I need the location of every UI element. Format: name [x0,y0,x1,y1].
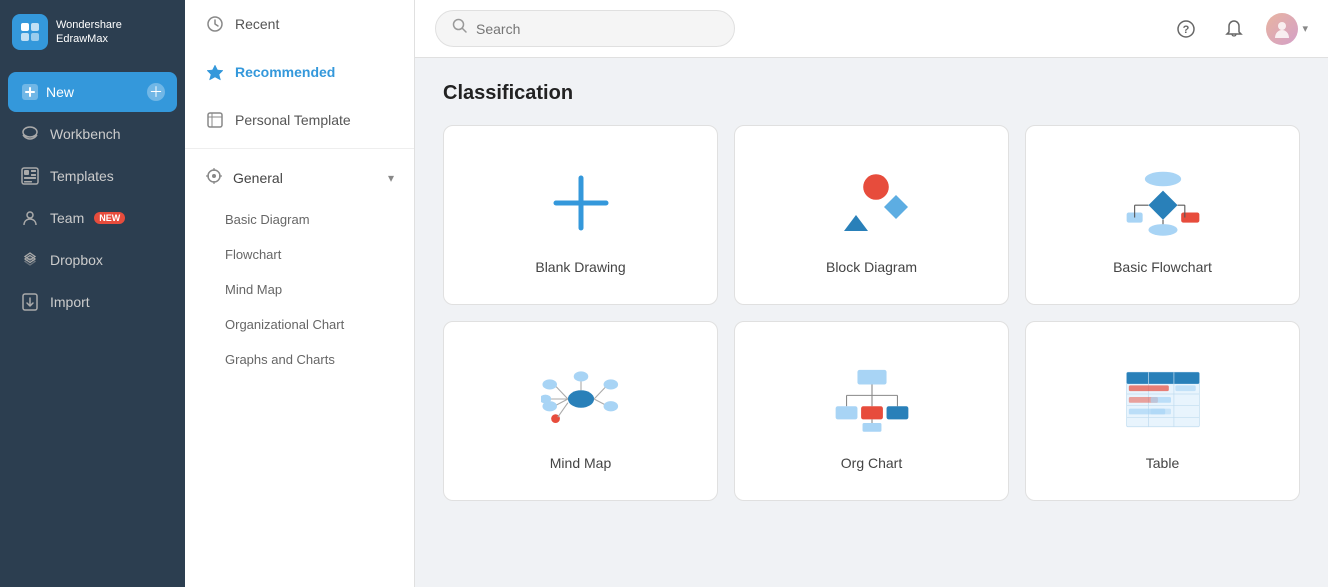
blank-drawing-visual [541,163,621,243]
team-icon [20,208,40,228]
team-button[interactable]: Team NEW [8,198,177,238]
mid-nav-personal-template-label: Personal Template [235,112,351,128]
dropbox-icon [20,250,40,270]
general-icon [205,167,223,188]
sub-item-org-chart[interactable]: Organizational Chart [185,307,414,342]
dropbox-label: Dropbox [50,252,103,268]
templates-label: Templates [50,168,114,184]
blank-drawing-label: Blank Drawing [535,259,625,275]
workbench-label: Workbench [50,126,121,142]
top-bar-actions: ? ▾ [1170,13,1308,45]
sub-item-basic-diagram[interactable]: Basic Diagram [185,202,414,237]
new-button[interactable]: New ＋ [8,72,177,112]
recent-icon [205,14,225,34]
mid-sidebar: Recent Recommended Personal Template [185,0,415,587]
app-name-line1: Wondershare [56,18,122,32]
basic-flowchart-card[interactable]: Basic Flowchart [1025,125,1300,305]
general-section: General ▾ Basic Diagram Flowchart Mind M… [185,153,414,377]
templates-button[interactable]: Templates [8,156,177,196]
app-name-line2: EdrawMax [56,32,122,46]
team-label: Team [50,210,84,226]
search-box[interactable] [435,10,735,47]
section-title: Classification [443,82,1300,105]
mind-map-card[interactable]: Mind Map [443,321,718,501]
table-label: Table [1146,455,1179,471]
help-button[interactable]: ? [1170,13,1202,45]
block-diagram-visual [832,163,912,243]
workbench-icon [20,124,40,144]
dropbox-button[interactable]: Dropbox [8,240,177,280]
user-avatar [1266,13,1298,45]
mid-nav-recent[interactable]: Recent [185,0,414,48]
table-visual [1123,359,1203,439]
mid-nav-recommended-label: Recommended [235,64,335,80]
sub-item-graphs-charts[interactable]: Graphs and Charts [185,342,414,377]
general-label: General [233,170,283,186]
org-chart-card[interactable]: Org Chart [734,321,1009,501]
recommended-icon [205,62,225,82]
team-new-badge: NEW [94,212,125,224]
org-chart-visual [832,359,912,439]
basic-flowchart-visual [1123,163,1203,243]
templates-icon [20,166,40,186]
mid-divider [185,148,414,149]
app-logo-icon [12,14,48,50]
search-icon [452,18,468,39]
avatar-dropdown-icon: ▾ [1302,22,1308,35]
notification-button[interactable] [1218,13,1250,45]
mid-nav-recent-label: Recent [235,16,279,32]
sub-items-list: Basic Diagram Flowchart Mind Map Organiz… [185,202,414,377]
left-nav: New ＋ Workbench [0,64,185,330]
block-diagram-card[interactable]: Block Diagram [734,125,1009,305]
blank-drawing-card[interactable]: Blank Drawing [443,125,718,305]
cards-grid: Blank Drawing Block Diagram [443,125,1300,501]
block-diagram-label: Block Diagram [826,259,917,275]
import-icon [20,292,40,312]
search-input[interactable] [476,21,718,37]
sub-item-mind-map[interactable]: Mind Map [185,272,414,307]
workbench-button[interactable]: Workbench [8,114,177,154]
user-avatar-wrapper[interactable]: ▾ [1266,13,1308,45]
table-card[interactable]: Table [1025,321,1300,501]
new-icon [20,82,40,102]
org-chart-label: Org Chart [841,455,902,471]
mind-map-visual [541,359,621,439]
mid-nav-personal-template[interactable]: Personal Template [185,96,414,144]
mind-map-label: Mind Map [550,455,611,471]
svg-text:?: ? [1183,24,1190,36]
new-label: New [46,84,74,100]
basic-flowchart-label: Basic Flowchart [1113,259,1212,275]
personal-template-icon [205,110,225,130]
content-area: Classification Blank Drawing [415,58,1328,587]
general-chevron-icon: ▾ [388,171,394,185]
logo-area: Wondershare EdrawMax [0,0,185,64]
import-button[interactable]: Import [8,282,177,322]
left-sidebar: Wondershare EdrawMax New ＋ [0,0,185,587]
sub-item-flowchart[interactable]: Flowchart [185,237,414,272]
new-plus-icon: ＋ [147,83,165,101]
mid-nav-recommended[interactable]: Recommended [185,48,414,96]
top-bar: ? ▾ [415,0,1328,58]
general-header[interactable]: General ▾ [185,153,414,202]
import-label: Import [50,294,90,310]
main-content: ? ▾ Classification [415,0,1328,587]
